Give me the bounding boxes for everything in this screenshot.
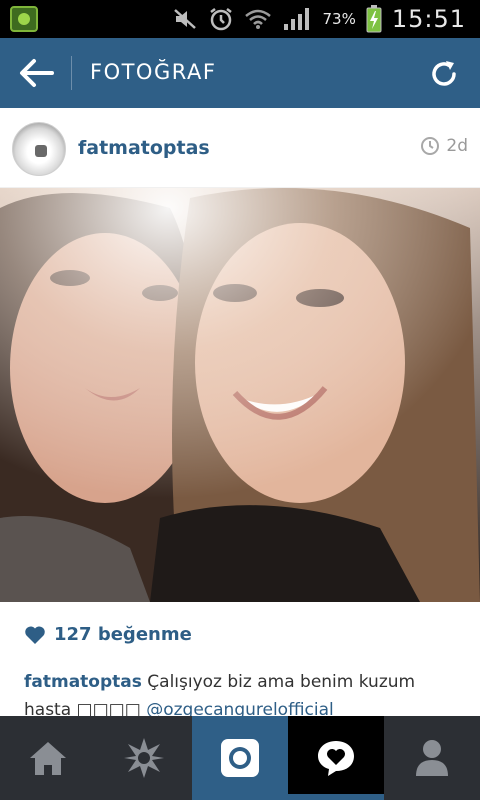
action-bar-divider — [71, 56, 72, 90]
post-username[interactable]: fatmatoptas — [78, 137, 210, 159]
tab-explore[interactable] — [96, 716, 192, 800]
camera-icon — [221, 739, 259, 777]
status-bar: 73% 15:51 — [0, 0, 480, 38]
bottom-tab-bar — [0, 716, 480, 800]
refresh-icon — [432, 61, 456, 86]
tab-profile[interactable] — [384, 716, 480, 800]
post-header: fatmatoptas 2d — [0, 108, 480, 188]
clock-time: 15:51 — [391, 5, 466, 33]
caption-username[interactable]: fatmatoptas — [24, 672, 142, 692]
clock-icon — [421, 137, 440, 155]
avatar[interactable] — [12, 122, 66, 176]
wifi-icon — [245, 9, 272, 29]
page-title: FOTOĞRAF — [90, 60, 217, 84]
activity-heart-bubble-icon — [318, 741, 354, 776]
status-indicators: 73% 15:51 — [172, 0, 466, 38]
app-notification-icon — [10, 6, 38, 32]
tab-home[interactable] — [0, 716, 96, 800]
action-bar: FOTOĞRAF — [0, 38, 480, 108]
alarm-icon — [210, 8, 233, 31]
time-ago: 2d — [446, 136, 468, 156]
back-button[interactable] — [10, 50, 62, 96]
battery-percent: 73% — [322, 10, 356, 28]
tab-activity[interactable] — [288, 716, 384, 800]
profile-icon — [416, 740, 448, 776]
signal-icon — [284, 8, 310, 30]
home-icon — [30, 742, 66, 775]
heart-icon — [25, 625, 45, 644]
tab-camera[interactable] — [192, 716, 288, 800]
battery-charging-icon — [366, 5, 382, 33]
likes-label: 127 beğenme — [54, 624, 192, 645]
post-time: 2d — [420, 136, 468, 156]
refresh-button[interactable] — [422, 52, 466, 96]
mute-icon — [174, 9, 197, 29]
post-photo[interactable] — [0, 188, 480, 602]
likes-count[interactable]: 127 beğenme — [24, 624, 192, 645]
arrow-left-icon — [20, 59, 54, 87]
explore-star-icon — [124, 738, 164, 778]
photo-image — [0, 188, 480, 602]
